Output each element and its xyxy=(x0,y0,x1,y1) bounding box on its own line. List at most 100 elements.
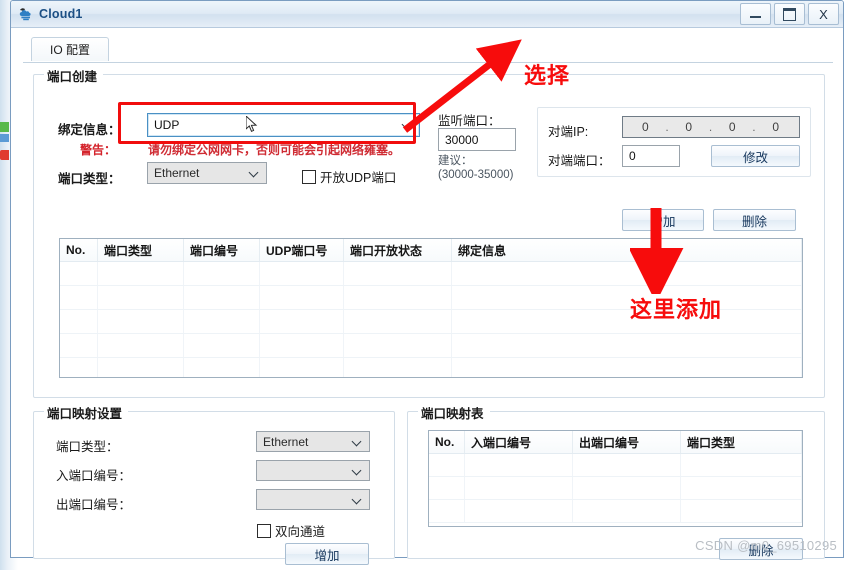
peer-ip-field[interactable]: 0 . 0 . 0 . 0 xyxy=(622,116,800,138)
close-icon: X xyxy=(819,6,828,22)
close-button[interactable]: X xyxy=(808,3,839,25)
out-port-number-label: 出端口编号： xyxy=(56,498,132,512)
out-port-number-combo[interactable] xyxy=(256,489,370,510)
peer-ip-label: 对端IP: xyxy=(548,125,589,139)
ip-dot-1: . xyxy=(665,120,670,134)
mapping-grid[interactable]: No. 入端口编号 出端口编号 端口类型 xyxy=(428,430,803,527)
table-cell xyxy=(260,286,344,309)
grid-column-header: 绑定信息 xyxy=(452,239,802,261)
in-port-number-combo[interactable] xyxy=(256,460,370,481)
table-row[interactable] xyxy=(60,334,802,358)
maximize-button[interactable] xyxy=(774,3,805,25)
chevron-down-icon xyxy=(403,120,412,129)
tab-strip: IO 配置 xyxy=(23,37,833,63)
table-cell xyxy=(184,286,260,309)
delete-port-button[interactable]: 删除 xyxy=(713,209,796,231)
delete-port-button-label: 删除 xyxy=(741,214,767,229)
grid-column-header: No. xyxy=(60,239,98,261)
table-cell xyxy=(452,262,802,285)
peer-settings-panel: 对端IP: 0 . 0 . 0 . 0 对端端口： 0 修改 xyxy=(537,107,811,177)
mapping-port-type-combo[interactable]: Ethernet xyxy=(256,431,370,452)
table-cell xyxy=(344,310,452,333)
table-cell xyxy=(429,454,465,476)
port-mapping-table-title: 端口映射表 xyxy=(418,403,490,422)
modify-button[interactable]: 修改 xyxy=(711,145,800,167)
table-row[interactable] xyxy=(429,500,802,523)
checkbox-box-icon xyxy=(257,523,271,538)
port-type-value: Ethernet xyxy=(154,166,200,180)
table-cell xyxy=(681,454,802,476)
window-titlebar: Cloud1 X xyxy=(11,1,843,28)
port-type-combo[interactable]: Ethernet xyxy=(147,162,267,184)
ip-dot-3: . xyxy=(752,120,757,134)
table-cell xyxy=(98,310,184,333)
add-mapping-button-label: 增加 xyxy=(314,548,340,563)
table-cell xyxy=(452,358,802,377)
table-cell xyxy=(344,286,452,309)
table-row[interactable] xyxy=(60,262,802,286)
port-type-label: 端口类型： xyxy=(58,172,121,186)
port-mapping-settings-title: 端口映射设置 xyxy=(44,403,129,422)
table-cell xyxy=(60,334,98,357)
table-cell xyxy=(573,500,681,522)
open-udp-port-checkbox[interactable]: 开放UDP端口 xyxy=(302,167,396,186)
table-cell xyxy=(60,310,98,333)
background-blue-chip xyxy=(0,134,9,142)
peer-port-value: 0 xyxy=(629,149,636,163)
cloud-icon xyxy=(18,6,34,22)
annotation-label-select: 选择 xyxy=(524,63,571,88)
tab-io-config[interactable]: IO 配置 xyxy=(31,37,109,61)
bidirectional-channel-checkbox[interactable]: 双向通道 xyxy=(257,521,325,540)
table-cell xyxy=(452,334,802,357)
table-cell xyxy=(429,477,465,499)
table-cell xyxy=(60,262,98,285)
modify-button-label: 修改 xyxy=(742,150,768,165)
port-list-grid-header: No. 端口类型 端口编号 UDP端口号 端口开放状态 绑定信息 xyxy=(60,239,802,262)
table-cell xyxy=(344,334,452,357)
table-cell xyxy=(98,358,184,377)
grid-column-header: 端口编号 xyxy=(184,239,260,261)
table-cell xyxy=(465,500,573,522)
background-red-chip xyxy=(0,150,9,160)
port-mapping-settings-group: 端口映射设置 端口类型： Ethernet 入端口编号： 出端口编号： 双向通道… xyxy=(33,403,395,565)
table-cell xyxy=(452,310,802,333)
table-cell xyxy=(344,262,452,285)
table-cell xyxy=(260,310,344,333)
table-cell xyxy=(98,334,184,357)
listen-port-input[interactable]: 30000 xyxy=(438,128,516,151)
in-port-number-label: 入端口编号： xyxy=(56,469,132,483)
annotation-label-add-here: 这里添加 xyxy=(630,297,723,322)
add-mapping-button[interactable]: 增加 xyxy=(285,543,369,565)
open-udp-port-label: 开放UDP端口 xyxy=(320,171,397,185)
chevron-down-icon xyxy=(353,437,362,446)
peer-port-input[interactable]: 0 xyxy=(622,145,680,167)
table-cell xyxy=(260,262,344,285)
window-controls: X xyxy=(737,3,839,25)
table-row[interactable] xyxy=(60,358,802,377)
table-row[interactable] xyxy=(429,454,802,477)
tab-io-config-label: IO 配置 xyxy=(49,43,90,57)
peer-port-label: 对端端口： xyxy=(548,154,611,168)
chevron-down-icon xyxy=(250,168,259,177)
peer-ip-octet-2: 0 xyxy=(685,120,694,134)
table-cell xyxy=(573,477,681,499)
minimize-button[interactable] xyxy=(740,3,771,25)
table-row[interactable] xyxy=(429,477,802,500)
table-cell xyxy=(60,358,98,377)
add-port-button[interactable]: 增加 xyxy=(622,209,704,231)
mapping-port-type-value: Ethernet xyxy=(263,434,309,449)
checkbox-box-icon xyxy=(302,169,316,184)
grid-column-header: 端口类型 xyxy=(98,239,184,261)
grid-column-header: 出端口编号 xyxy=(573,431,681,453)
peer-ip-octet-4: 0 xyxy=(772,120,781,134)
listen-port-value: 30000 xyxy=(445,132,479,147)
table-cell xyxy=(98,262,184,285)
mapping-grid-body xyxy=(429,454,802,523)
port-create-group: 端口创建 绑定信息： UDP 警告： 请勿绑定公网网卡，否则可能会引起网络雍塞。… xyxy=(33,66,825,398)
mapping-grid-header: No. 入端口编号 出端口编号 端口类型 xyxy=(429,431,802,454)
table-cell xyxy=(98,286,184,309)
grid-column-header: 入端口编号 xyxy=(465,431,573,453)
binding-info-combo[interactable]: UDP xyxy=(147,113,420,137)
grid-column-header: 端口开放状态 xyxy=(344,239,452,261)
table-cell xyxy=(465,454,573,476)
